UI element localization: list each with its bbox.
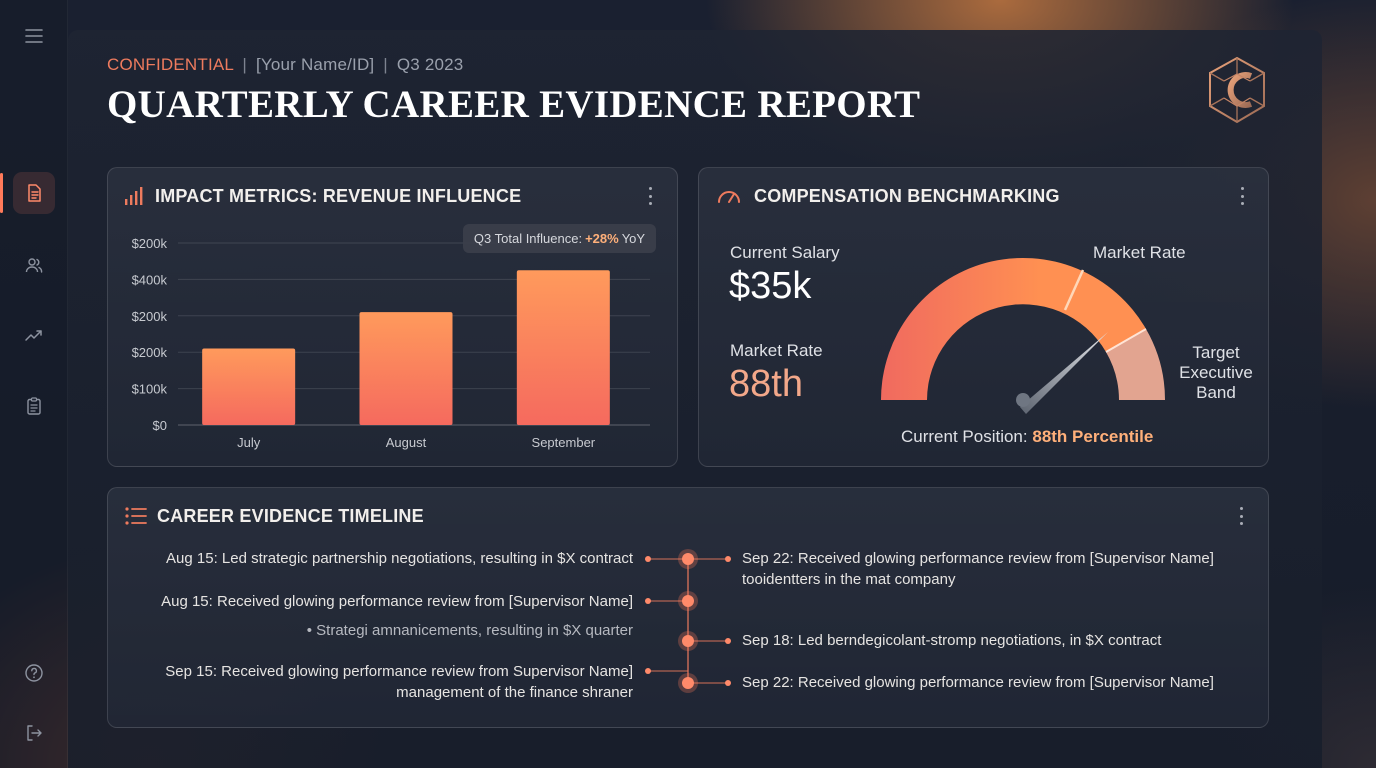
tooltip-prefix: Q3 Total Influence:: [473, 231, 583, 246]
menu-icon: [25, 29, 43, 43]
sidebar: [0, 0, 68, 768]
name-placeholder: [Your Name/ID]: [255, 55, 375, 74]
impact-metrics-card: [107, 167, 678, 467]
timeline-entry: Sep 22: Received glowing performance rev…: [742, 550, 1214, 567]
timeline-entry: Aug 15: Led strategic partnership negoti…: [166, 550, 633, 567]
bar-chart-icon: [125, 187, 143, 205]
clipboard-icon: [27, 397, 41, 415]
report-meta: CONFIDENTIAL | [Your Name/ID] | Q3 2023: [107, 55, 463, 75]
quarter-label: Q3 2023: [396, 55, 464, 74]
current-salary-value: $35k: [729, 265, 812, 307]
compensation-gauge: [881, 257, 1165, 414]
logout-icon: [27, 725, 42, 741]
timeline-entry: • Strategi amnanicements, resulting in $…: [306, 622, 633, 639]
timeline-title: CAREER EVIDENCE TIMELINE: [157, 506, 424, 526]
list-icon: [125, 507, 147, 525]
tooltip-value: +28%: [585, 231, 619, 246]
logo: [1209, 56, 1265, 124]
page-title: QUARTERLY CAREER EVIDENCE REPORT: [107, 83, 921, 126]
sidebar-item-trends[interactable]: [13, 314, 55, 356]
timeline-entry: Sep 18: Led berndegicolant-stromp negoti…: [742, 632, 1162, 649]
timeline-entry: Sep 15: Received glowing performance rev…: [165, 663, 633, 680]
sidebar-item-people[interactable]: [13, 244, 55, 286]
separator: |: [383, 55, 388, 74]
trending-up-icon: [25, 330, 42, 341]
sidebar-item-reports[interactable]: [13, 172, 55, 214]
current-salary-label: Current Salary: [730, 243, 840, 262]
gauge-market-rate-label: Market Rate: [1093, 243, 1186, 262]
impact-title: IMPACT METRICS: REVENUE INFLUENCE: [155, 186, 522, 206]
timeline-connector: [645, 549, 731, 693]
menu-button[interactable]: [13, 15, 55, 57]
logout-button[interactable]: [13, 712, 55, 754]
timeline-entry: tooidentters in the mat company: [742, 571, 956, 588]
active-indicator: [0, 173, 3, 213]
position-prefix: Current Position:: [901, 427, 1028, 446]
impact-more-button[interactable]: [643, 185, 657, 207]
timeline-entry: Sep 22: Received glowing performance rev…: [742, 674, 1214, 691]
separator: |: [242, 55, 248, 74]
compensation-title: COMPENSATION BENCHMARKING: [754, 186, 1060, 206]
compensation-more-button[interactable]: [1235, 185, 1249, 207]
help-icon: [25, 664, 43, 682]
tooltip-suffix: YoY: [621, 231, 646, 246]
confidential-label: CONFIDENTIAL: [107, 55, 234, 74]
speedometer-icon: [718, 191, 740, 203]
timeline-more-button[interactable]: [1234, 505, 1248, 527]
market-rate-label: Market Rate: [730, 341, 823, 360]
users-icon: [25, 258, 43, 273]
timeline-entry: Aug 15: Received glowing performance rev…: [161, 593, 633, 610]
help-button[interactable]: [13, 652, 55, 694]
influence-tooltip: Q3 Total Influence: +28% YoY: [463, 224, 656, 253]
gauge-target-label: Target Executive Band: [1179, 343, 1253, 402]
document-icon: [28, 184, 41, 202]
current-position: Current Position: 88th Percentile: [901, 427, 1153, 447]
sidebar-item-tasks[interactable]: [13, 385, 55, 427]
position-value: 88th Percentile: [1032, 427, 1154, 446]
timeline-entry: management of the finance shraner: [396, 684, 633, 701]
market-rate-value: 88th: [729, 363, 803, 405]
